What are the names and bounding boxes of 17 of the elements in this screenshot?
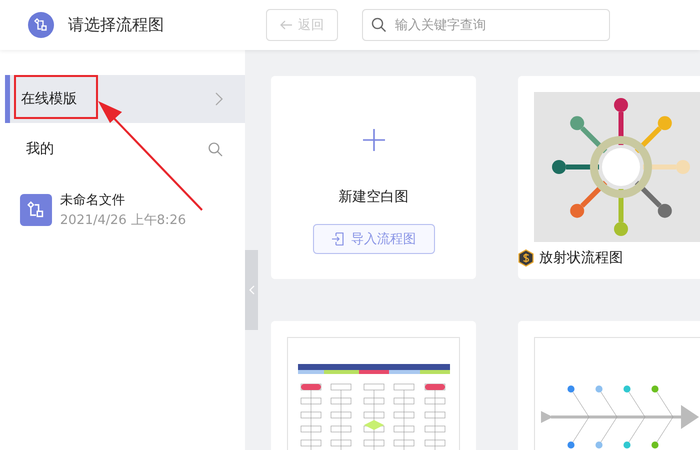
template-card[interactable]: 放射状流程图 bbox=[518, 76, 700, 279]
file-item[interactable]: 未命名文件 2021/4/26 上午8:26 bbox=[20, 191, 200, 229]
import-icon bbox=[331, 232, 345, 246]
template-card[interactable]: 新建空白图 导入流程图 bbox=[271, 76, 476, 279]
sidebar-item[interactable]: 我的 bbox=[5, 125, 245, 173]
card-label: 新建空白图 bbox=[338, 188, 408, 206]
flowchart-file-icon bbox=[20, 194, 52, 226]
dialog-title: 请选择流程图 bbox=[68, 14, 165, 36]
left-arrow-icon bbox=[280, 20, 293, 30]
search-icon[interactable] bbox=[208, 142, 223, 156]
collapse-handle[interactable] bbox=[245, 250, 258, 330]
search-field[interactable]: 输入关键字查询 bbox=[362, 9, 610, 41]
sidebar-item[interactable]: 在线模版 bbox=[5, 75, 245, 123]
chevron-right-icon bbox=[215, 92, 223, 106]
plus-icon bbox=[362, 128, 386, 152]
card-label: 放射状流程图 bbox=[539, 249, 623, 267]
flowchart-logo-icon bbox=[28, 12, 54, 38]
